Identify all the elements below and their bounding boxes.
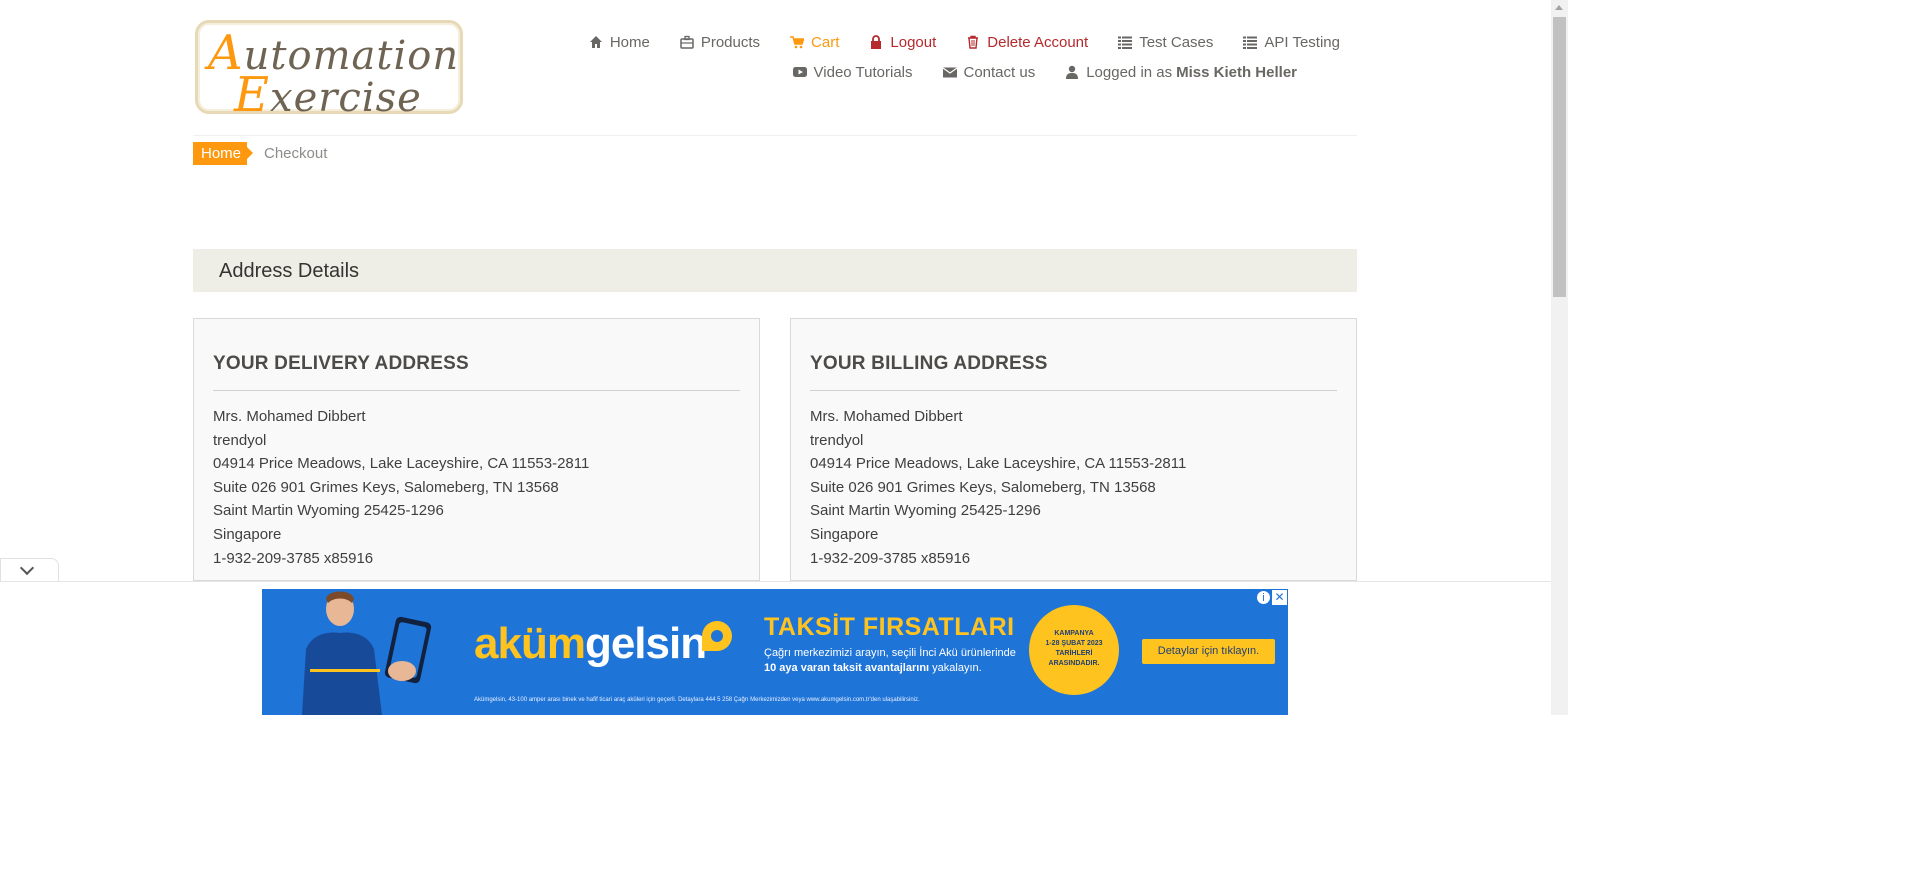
billing-address-title: YOUR BILLING ADDRESS [810,353,1048,374]
page: Automation Exercise Home Products Cart L… [0,0,1551,715]
breadcrumb-checkout: Checkout [264,145,328,162]
nav-contact-us-label: Contact us [963,63,1036,81]
delivery-address2: Suite 026 901 Grimes Keys, Salomeberg, T… [213,478,559,496]
billing-address-box: YOUR BILLING ADDRESS Mrs. Mohamed Dibber… [790,318,1357,581]
home-icon [589,36,602,48]
billing-divider [810,390,1337,391]
nav-cart-label: Cart [811,33,840,51]
nav-contact-us[interactable]: Contact us [942,63,1036,81]
billing-address2: Suite 026 901 Grimes Keys, Salomeberg, T… [810,478,1156,496]
header-divider [193,135,1357,136]
chevron-down-icon [19,560,35,576]
breadcrumb-home[interactable]: Home [193,142,254,165]
nav-api-testing[interactable]: API Testing [1243,34,1340,51]
delivery-address-lines: Mrs. Mohamed Dibbert trendyol 04914 Pric… [213,405,589,570]
nav-row-primary: Home Products Cart Logout Delete Account… [540,29,1340,55]
nav-delete-account-label: Delete Account [987,33,1089,51]
delivery-address-title: YOUR DELIVERY ADDRESS [213,353,469,374]
delivery-name: Mrs. Mohamed Dibbert [213,408,366,425]
delivery-phone: 1-932-209-3785 x85916 [213,549,374,567]
billing-phone: 1-932-209-3785 x85916 [810,549,971,567]
ad-line-2: 10 aya varan taksit avantajlarını yakala… [764,662,982,674]
delivery-divider [213,390,740,391]
cart-icon [790,36,805,49]
address-details-heading: Address Details [193,249,1357,292]
nav-row-secondary: Video Tutorials Contact us Logged in as … [540,59,1340,85]
ad-info-icon[interactable]: i [1256,590,1271,605]
logged-in-prefix: Logged in as [1086,63,1173,81]
ad-person-illustration [302,591,432,715]
ad-line-1: Çağrı merkezimizi arayın, seçili İnci Ak… [764,647,1016,659]
products-icon [680,35,694,49]
main-nav: Home Products Cart Logout Delete Account… [540,29,1340,85]
nav-products[interactable]: Products [680,34,760,51]
delivery-address-box: YOUR DELIVERY ADDRESS Mrs. Mohamed Dibbe… [193,318,760,581]
trash-icon [968,35,979,49]
list-icon [1118,36,1133,49]
nav-logout-label: Logout [890,33,937,51]
nav-cart[interactable]: Cart [790,34,839,51]
nav-products-label: Products [700,33,761,51]
nav-logout[interactable]: Logout [869,34,936,51]
nav-delete-account[interactable]: Delete Account [966,34,1088,51]
address-details-title: Address Details [219,260,360,282]
vertical-scrollbar[interactable] [1551,0,1568,715]
ad-cta-button[interactable]: Detaylar için tıklayın. [1142,639,1275,664]
youtube-icon [792,67,807,77]
envelope-icon [942,67,957,78]
billing-address-lines: Mrs. Mohamed Dibbert trendyol 04914 Pric… [810,405,1186,570]
list-icon [1243,36,1258,49]
logged-in-status: Logged in as Miss Kieth Heller [1065,64,1297,81]
ad-brand-name: akümgelsin [474,619,707,668]
delivery-country: Singapore [213,525,282,543]
billing-city-state-zip: Saint Martin Wyoming 25425-1296 [810,502,1041,520]
ad-fine-print: Akümgelsin, 43-100 amper arası binek ve … [474,697,920,703]
nav-video-tutorials[interactable]: Video Tutorials [792,63,913,81]
billing-address1: 04914 Price Meadows, Lake Laceyshire, CA… [810,455,1187,473]
billing-name: Mrs. Mohamed Dibbert [810,408,963,425]
scroll-up-arrow-icon[interactable] [1555,5,1563,10]
scroll-thumb[interactable] [1553,17,1566,297]
delivery-city-state-zip: Saint Martin Wyoming 25425-1296 [213,502,444,520]
location-pin-icon [702,621,732,651]
logo-line-2: Exercise [234,67,422,123]
site-logo[interactable]: Automation Exercise [195,20,463,123]
billing-country: Singapore [810,525,879,543]
delivery-address1: 04914 Price Meadows, Lake Laceyshire, CA… [213,455,590,473]
ad-campaign-badge: KAMPANYA 1-28 ŞUBAT 2023 TARİHLERİ ARASI… [1029,605,1119,695]
lock-icon [871,35,882,49]
nav-home-label: Home [609,33,650,51]
ad-collapse-tab[interactable] [0,558,59,583]
nav-test-cases[interactable]: Test Cases [1118,34,1213,51]
ad-headline: TAKSİT FIRSATLARI [764,613,1015,641]
delivery-company: trendyol [213,431,267,449]
nav-home[interactable]: Home [589,34,650,51]
user-icon [1066,65,1079,79]
billing-company: trendyol [810,431,864,449]
ad-banner[interactable]: akümgelsin TAKSİT FIRSATLARI Çağrı merke… [262,589,1288,715]
ad-close-icon[interactable]: ✕ [1272,590,1287,605]
nav-test-cases-label: Test Cases [1139,33,1214,51]
logged-in-username: Miss Kieth Heller [1176,63,1297,81]
nav-video-tutorials-label: Video Tutorials [813,63,913,81]
nav-api-testing-label: API Testing [1264,33,1340,51]
